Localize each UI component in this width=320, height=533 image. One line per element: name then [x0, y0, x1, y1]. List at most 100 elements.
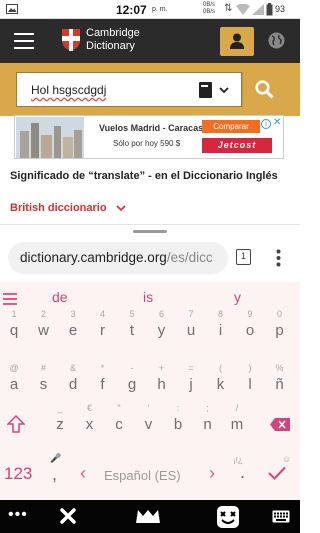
- ad-banner[interactable]: Vuelos Madrid - Caracas Sólo por hoy 590…: [14, 115, 284, 159]
- wifi-icon: [236, 4, 250, 15]
- key-hint-p: 0: [276, 309, 282, 319]
- key-hint-y: 6: [158, 309, 164, 319]
- url-domain: dictionary.cambridge.org: [20, 250, 167, 265]
- ad-title: Vuelos Madrid - Caracas: [99, 123, 204, 133]
- key-hint-t: 5: [129, 309, 135, 319]
- key-v[interactable]: v: [139, 416, 159, 433]
- search-input[interactable]: Hol hsgscdgdj: [16, 72, 242, 107]
- key-hint-e: 3: [70, 309, 76, 319]
- key-o[interactable]: o: [240, 322, 260, 339]
- key-hint-h: +: [158, 363, 165, 373]
- shift-key-icon[interactable]: [7, 415, 25, 433]
- key-w[interactable]: w: [34, 322, 54, 339]
- mic-hint-icon: 🎤: [50, 453, 62, 463]
- key-c[interactable]: c: [109, 416, 129, 433]
- suggestion-2[interactable]: is: [143, 289, 153, 305]
- menu-icon[interactable]: [14, 33, 34, 54]
- period-key[interactable]: .: [240, 462, 245, 483]
- key-k[interactable]: k: [211, 376, 231, 393]
- key-ñ[interactable]: ñ: [270, 376, 290, 393]
- keyboard-icon[interactable]: [272, 510, 290, 523]
- key-r[interactable]: r: [93, 322, 113, 339]
- key-row-3: _ z € x " c ' v: b; n / m: [0, 403, 300, 446]
- chevron-left-icon[interactable]: ‹: [80, 463, 86, 484]
- space-key[interactable]: Español (ES): [104, 468, 181, 483]
- key-g[interactable]: g: [122, 376, 142, 393]
- key-hint-l: ): [248, 363, 252, 373]
- marshmello-face-icon[interactable]: [216, 505, 240, 529]
- chevron-down-icon: [219, 87, 229, 93]
- browser-toolbar: dictionary.cambridge.org/es/dicc 1: [0, 224, 300, 282]
- key-l[interactable]: l: [240, 376, 260, 393]
- key-t[interactable]: t: [122, 322, 142, 339]
- ad-info-icon[interactable]: i: [261, 119, 271, 129]
- key-hint-j: =: [188, 363, 194, 373]
- chevron-right-icon[interactable]: ›: [209, 463, 215, 484]
- backspace-key-icon[interactable]: [270, 418, 290, 431]
- key-n[interactable]: n: [198, 416, 218, 433]
- key-u[interactable]: u: [181, 322, 201, 339]
- key-p[interactable]: p: [270, 322, 290, 339]
- key-hint-g: -: [130, 363, 134, 373]
- net-rate-up: 0B/s: [203, 2, 216, 8]
- key-b[interactable]: b: [168, 416, 188, 433]
- key-i[interactable]: i: [211, 322, 231, 339]
- key-j[interactable]: j: [181, 376, 201, 393]
- more-options-icon[interactable]: [276, 249, 281, 267]
- user-account-button[interactable]: [220, 27, 254, 56]
- tab-switcher-button[interactable]: 1: [236, 249, 251, 265]
- key-hint-k: (: [219, 363, 222, 373]
- comma-key[interactable]: ,: [52, 464, 57, 485]
- checkmark-enter-icon[interactable]: [268, 466, 286, 480]
- brand-line-1: Cambridge: [86, 27, 140, 39]
- ad-close-icon[interactable]: ✕: [273, 117, 281, 128]
- drag-handle[interactable]: [133, 230, 167, 233]
- more-icon[interactable]: •••: [8, 506, 28, 524]
- section-dropdown[interactable]: British diccionario: [10, 202, 126, 214]
- key-hint-o: 9: [247, 309, 253, 319]
- soft-keyboard: de is y 1 q 2 w 3 e 4 r 5 t 6 y 7 u 8 i 9 o 0 p @ a # s & d * f - g +…: [0, 282, 300, 500]
- key-y[interactable]: y: [152, 322, 172, 339]
- key-d[interactable]: d: [63, 376, 83, 393]
- url-path: /es/dicc: [166, 250, 213, 265]
- chevron-down-icon: [116, 205, 126, 212]
- keyboard-menu-icon[interactable]: [3, 293, 17, 305]
- clock: 12:07: [116, 3, 147, 17]
- key-h[interactable]: h: [152, 376, 172, 393]
- key-q[interactable]: q: [4, 322, 24, 339]
- site-header: Cambridge Dictionary: [0, 19, 300, 63]
- key-hint-q: 1: [11, 309, 17, 319]
- gallery-icon: [6, 4, 18, 14]
- brand-name[interactable]: Cambridge Dictionary: [86, 27, 140, 53]
- key-z[interactable]: z: [50, 416, 70, 433]
- status-bar: 12:07 p. m. 0B/s 0B/s ⇅ 93: [0, 0, 300, 19]
- key-row-2: @ a # s & d * f - g + h = j (k) l% ñ: [0, 363, 300, 406]
- page-title: Significado de “translate” - en el Dicci…: [10, 170, 278, 182]
- user-icon: [230, 33, 244, 49]
- suggestion-1[interactable]: de: [52, 289, 68, 305]
- search-icon: [255, 80, 274, 99]
- url-bar[interactable]: dictionary.cambridge.org/es/dicc: [8, 242, 228, 274]
- key-x[interactable]: x: [80, 416, 100, 433]
- marshmello-logo-icon[interactable]: [135, 509, 161, 524]
- key-s[interactable]: s: [34, 376, 54, 393]
- data-transfer-icon: ⇅: [224, 3, 233, 14]
- cambridge-crest-icon: [62, 29, 80, 51]
- key-e[interactable]: e: [63, 322, 83, 339]
- close-icon[interactable]: [60, 508, 76, 524]
- globe-icon[interactable]: [268, 32, 285, 49]
- ad-price-text: Sólo por hoy 590 $: [113, 139, 181, 148]
- suggestion-3[interactable]: y: [234, 289, 241, 305]
- dictionary-select[interactable]: [199, 80, 235, 100]
- key-hint-m: /: [235, 403, 239, 413]
- search-button[interactable]: [242, 72, 284, 107]
- key-f[interactable]: f: [93, 376, 113, 393]
- key-m[interactable]: m: [227, 416, 247, 433]
- numbers-key[interactable]: 123: [4, 464, 32, 484]
- key-a[interactable]: a: [4, 376, 24, 393]
- ad-brand-logo: Jetcost: [202, 138, 272, 153]
- key-hint-c: ": [117, 403, 121, 413]
- ad-compare-button[interactable]: Comparar: [202, 120, 260, 133]
- net-rate-down: 0B/s: [203, 9, 216, 15]
- search-bar: Hol hsgscdgdj: [0, 63, 300, 116]
